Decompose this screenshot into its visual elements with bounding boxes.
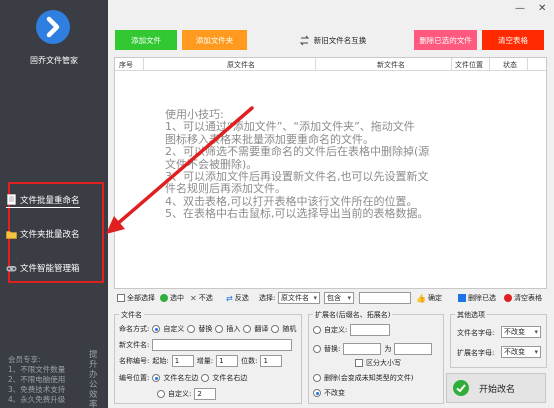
- ext-delete-radio[interactable]: [313, 374, 321, 382]
- sidebar-item-smart-manager[interactable]: 文件智能管理箱: [6, 260, 80, 276]
- app-name: 固乔文件管家: [30, 56, 78, 65]
- position-left-radio[interactable]: [152, 374, 161, 382]
- column-header-location[interactable]: 文件位置: [455, 60, 483, 70]
- ext-replace-to-input[interactable]: [394, 343, 433, 355]
- vertical-slogan: 提升办公效率: [89, 350, 98, 408]
- new-name-row: 新文件名:: [119, 339, 293, 351]
- clear-icon: [504, 294, 512, 302]
- ext-unchanged-radio[interactable]: [313, 389, 321, 397]
- start-rename-button[interactable]: 开始改名: [446, 373, 546, 403]
- sidebar-item-batch-rename[interactable]: 文件批量重命名: [6, 192, 80, 208]
- case-sensitive-row: 区分大小写: [355, 358, 401, 368]
- ext-replace-row: 替换: 为: [313, 343, 433, 355]
- thumbs-up-icon: 👍: [416, 293, 426, 303]
- ext-unchanged-row: 不改变: [313, 388, 345, 398]
- mode-random-radio[interactable]: [271, 325, 280, 333]
- choose-label: 选择:: [259, 294, 276, 302]
- ext-custom-input[interactable]: [350, 324, 391, 336]
- app-logo: [36, 10, 70, 44]
- file-table[interactable]: 序号 原文件名 新文件名 文件位置 状态 使用小技巧: 1、可以通过“添加文件”…: [114, 57, 547, 289]
- sidebar-item-folder-rename[interactable]: 文件夹批量改名: [6, 226, 80, 242]
- select-button[interactable]: 选中: [160, 293, 184, 303]
- column-header-original-name[interactable]: 原文件名: [227, 60, 255, 70]
- ext-case-select[interactable]: 不改变: [501, 346, 541, 358]
- close-button[interactable]: ✕: [538, 3, 546, 14]
- ext-case-row: 扩展名字母:: [457, 349, 495, 357]
- ext-replace-from-input[interactable]: [343, 343, 382, 355]
- step-number-input[interactable]: 1: [216, 355, 239, 367]
- mode-custom-radio[interactable]: [152, 325, 161, 333]
- filter-text-input[interactable]: [359, 292, 411, 304]
- folder-icon: [6, 230, 17, 239]
- extension-group: 扩展名(后缀名、拓展名) 自定义: 替换: 为 区分大小写 删除(会变成未知类型…: [308, 310, 444, 404]
- delete-selected-button[interactable]: 删除已选: [458, 293, 496, 303]
- add-folder-button[interactable]: 添加文件夹: [182, 30, 247, 50]
- check-circle-icon: [160, 294, 168, 302]
- sidebar: 固乔文件管家 文件批量重命名 文件夹批量改名 文件智能管理箱 会员专享: 1、不…: [0, 0, 108, 408]
- position-right-radio[interactable]: [201, 374, 210, 382]
- check-circle-icon: [453, 380, 469, 396]
- mode-insert-radio[interactable]: [215, 325, 224, 333]
- numbering-row: 名称编号: 起始: 1 增量: 1 位数: 1: [119, 355, 283, 367]
- digits-number-input[interactable]: 1: [260, 355, 283, 367]
- select-all-checkbox[interactable]: 全部选择: [117, 293, 155, 303]
- member-note: 会员专享: 1、不限文件数量 2、不限电脑使用 3、免费技术支持 4、永久免费升…: [8, 355, 66, 404]
- unselect-button[interactable]: ✕ 不选: [190, 293, 213, 303]
- selection-bar: 全部选择 选中 ✕ 不选 ⇄ 反选 选择: 原文件名 包含 👍 确定 删除已选 …: [114, 292, 547, 306]
- mode-translate-radio[interactable]: [243, 325, 252, 333]
- delete-selected-files-button[interactable]: 删除已选的文件: [414, 30, 477, 50]
- invert-icon: ⇄: [226, 293, 233, 303]
- add-file-button[interactable]: 添加文件: [115, 30, 177, 50]
- table-header: 序号 原文件名 新文件名 文件位置 状态: [115, 58, 546, 71]
- swap-names-button[interactable]: 新旧文件名互换: [295, 30, 370, 50]
- clear-table-small-button[interactable]: 清空表格: [504, 293, 542, 303]
- column-header-status[interactable]: 状态: [503, 60, 517, 70]
- column-header-index[interactable]: 序号: [119, 60, 133, 70]
- position-custom-radio[interactable]: [157, 390, 165, 398]
- clear-table-button[interactable]: 清空表格: [482, 30, 544, 50]
- filter-field-select[interactable]: 原文件名: [278, 292, 320, 304]
- column-header-new-name[interactable]: 新文件名: [377, 60, 405, 70]
- logo-arrow-icon: [46, 16, 60, 38]
- other-options-group: 其他选项 文件名字母: 不改变 扩展名字母: 不改变: [450, 310, 547, 368]
- ext-delete-row: 删除(会变成未知类型的文件): [313, 373, 413, 383]
- usage-tips: 使用小技巧: 1、可以通过“添加文件”、“添加文件夹”、拖动文件 图标移入表格来…: [165, 108, 430, 221]
- naming-mode-row: 命名方式: 自定义 替换 插入 翻译 随机: [119, 325, 297, 333]
- filename-group: 文件名 命名方式: 自定义 替换 插入 翻译 随机 新文件名: 名称编号: 起始…: [114, 310, 302, 404]
- number-position-row: 编号位置: 文件名左边 文件名右边: [119, 374, 248, 382]
- invert-selection-button[interactable]: ⇄ 反选: [226, 293, 249, 303]
- ext-custom-radio[interactable]: [313, 326, 321, 334]
- sidebar-item-label: 文件智能管理箱: [20, 264, 80, 274]
- confirm-filter-button[interactable]: 👍 确定: [416, 293, 442, 303]
- ext-custom-row: 自定义:: [313, 324, 391, 336]
- filter-match-select[interactable]: 包含: [324, 292, 354, 304]
- custom-position-row: 自定义: 2: [157, 388, 217, 400]
- delete-icon: [458, 294, 466, 302]
- ext-replace-radio[interactable]: [313, 345, 321, 353]
- x-mark-icon: ✕: [190, 293, 197, 303]
- new-filename-input[interactable]: [152, 339, 293, 351]
- swap-icon: [299, 35, 309, 45]
- filename-case-row: 文件名字母:: [457, 329, 495, 337]
- custom-position-input[interactable]: 2: [194, 388, 217, 400]
- filename-case-select[interactable]: 不改变: [501, 326, 541, 338]
- sidebar-item-label: 文件批量重命名: [20, 195, 80, 206]
- case-sensitive-checkbox[interactable]: [355, 359, 363, 367]
- sidebar-item-label: 文件夹批量改名: [20, 230, 80, 240]
- start-number-input[interactable]: 1: [171, 355, 194, 367]
- gamepad-icon: [6, 265, 17, 271]
- minimize-button[interactable]: —: [515, 3, 525, 14]
- document-icon: [7, 194, 16, 205]
- mode-replace-radio[interactable]: [187, 325, 196, 333]
